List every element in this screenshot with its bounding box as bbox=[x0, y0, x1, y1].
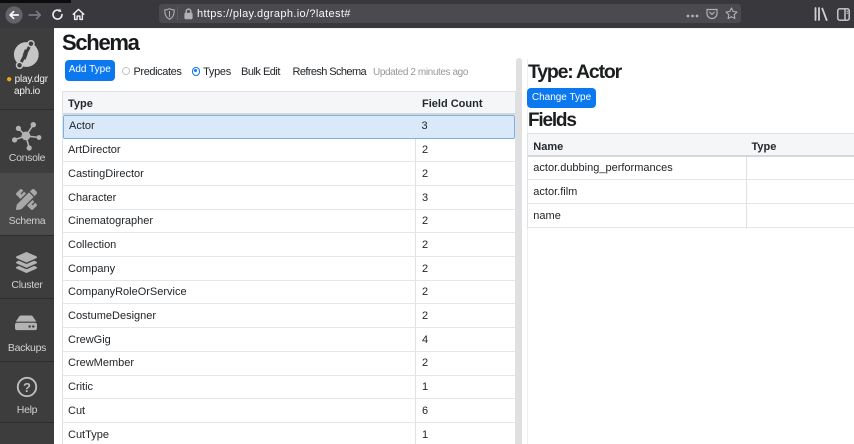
svg-text:?: ? bbox=[23, 380, 31, 395]
